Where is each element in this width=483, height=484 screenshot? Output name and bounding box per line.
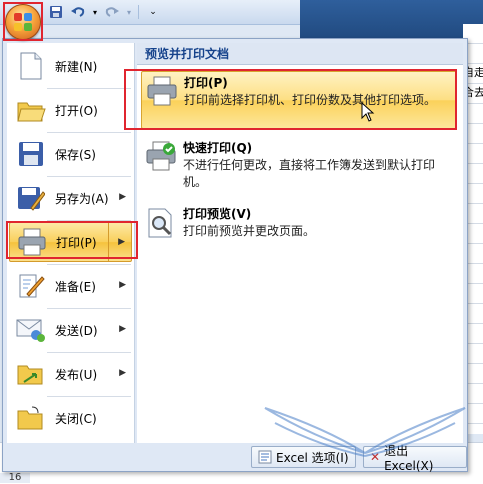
- save-icon[interactable]: [48, 4, 64, 20]
- chevron-down-icon[interactable]: ▾: [92, 4, 98, 20]
- highlight-office-button: [3, 2, 43, 41]
- panel-header: 预览并打印文档: [137, 43, 463, 65]
- menu-item-close[interactable]: 关闭(C): [9, 398, 132, 438]
- menu-divider: [47, 264, 131, 265]
- menu-item-label: 打开(O): [55, 103, 98, 118]
- send-icon: [15, 314, 47, 346]
- menu-item-label: 新建(N): [55, 59, 98, 74]
- excel-options-button[interactable]: Excel 选项(I): [251, 446, 356, 468]
- menu-item-save[interactable]: 保存(S): [9, 134, 132, 174]
- submenu-arrow-icon: ▶: [119, 324, 126, 334]
- close-icon: ✕: [370, 450, 381, 464]
- customize-icon[interactable]: ⌄: [145, 4, 161, 20]
- highlight-print-option: [124, 69, 457, 130]
- menu-item-label: 发布(U): [55, 367, 98, 382]
- new-document-icon: [15, 50, 47, 82]
- menu-divider: [47, 308, 131, 309]
- submenu-arrow-icon: ▶: [119, 280, 126, 290]
- menu-item-label: 保存(S): [55, 147, 96, 162]
- option-description: 不进行任何更改，直接将工作簿发送到默认打印机。: [183, 158, 436, 189]
- publish-icon: [15, 358, 47, 390]
- menu-divider: [47, 396, 131, 397]
- print-preview-option[interactable]: 打印预览(V) 打印前预览并更改页面。: [141, 203, 457, 247]
- menu-divider: [47, 88, 131, 89]
- menu-item-label: 关闭(C): [55, 411, 97, 426]
- prepare-icon: [15, 270, 47, 302]
- menu-divider: [47, 176, 131, 177]
- option-title: 快速打印(Q): [183, 141, 253, 155]
- menu-divider: [47, 352, 131, 353]
- menu-item-label: 准备(E): [55, 279, 96, 294]
- quick-access-toolbar: ▾ ▾ ⌄: [48, 3, 161, 21]
- options-icon: [258, 450, 272, 464]
- mouse-cursor-icon: [361, 102, 375, 122]
- redo-icon[interactable]: [104, 4, 120, 20]
- highlight-print-menu-item: [6, 221, 138, 259]
- submenu-arrow-icon: ▶: [119, 192, 126, 202]
- quick-print-icon: [145, 141, 177, 173]
- excel-options-label: Excel 选项(I): [276, 450, 349, 465]
- menu-item-prepare[interactable]: 准备(E) ▶: [9, 266, 132, 306]
- menu-item-publish[interactable]: 发布(U) ▶: [9, 354, 132, 394]
- save-disk-icon: [15, 138, 47, 170]
- quick-print-option[interactable]: 快速打印(Q) 不进行任何更改，直接将工作簿发送到默认打印机。: [141, 137, 457, 195]
- menu-item-new[interactable]: 新建(N): [9, 46, 132, 86]
- menu-item-saveas[interactable]: 另存为(A) ▶: [9, 178, 132, 218]
- exit-excel-label: 退出 Excel(X): [384, 443, 434, 473]
- chevron-down-icon[interactable]: ▾: [126, 4, 132, 20]
- open-folder-icon: [15, 94, 47, 126]
- close-folder-icon: [15, 402, 47, 434]
- submenu-arrow-icon: ▶: [119, 368, 126, 378]
- option-title: 打印预览(V): [183, 207, 252, 221]
- row-header[interactable]: 16: [0, 473, 30, 483]
- exit-excel-button[interactable]: ✕ 退出 Excel(X): [363, 444, 467, 473]
- print-preview-icon: [145, 207, 177, 239]
- toolbar-separator: [138, 5, 139, 19]
- option-description: 打印前预览并更改页面。: [183, 224, 316, 238]
- undo-icon[interactable]: [70, 4, 86, 20]
- menu-item-label: 另存为(A): [55, 191, 109, 206]
- save-as-icon: [15, 182, 47, 214]
- menu-item-open[interactable]: 打开(O): [9, 90, 132, 130]
- menu-item-label: 发送(D): [55, 323, 98, 338]
- menu-item-send[interactable]: 发送(D) ▶: [9, 310, 132, 350]
- menu-footer: Excel 选项(I) ✕ 退出 Excel(X): [3, 443, 467, 473]
- menu-divider: [47, 132, 131, 133]
